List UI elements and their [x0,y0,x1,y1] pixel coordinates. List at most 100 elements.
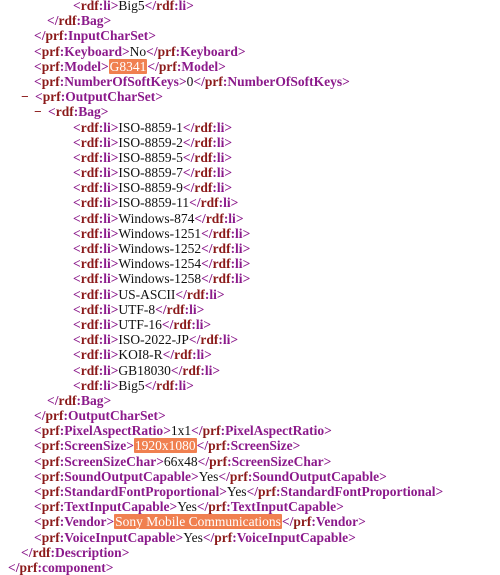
search-highlight[interactable]: 1920x1080 [133,438,197,454]
xml-line[interactable]: <rdf:li>ISO-8859-11</rdf:li> [0,195,500,210]
xml-line[interactable]: <rdf:li>UTF-16</rdf:li> [0,317,500,332]
tag-namespace-prefix: rdf [80,271,99,287]
angle-bracket-open: < [48,104,56,120]
angle-bracket-open: < [73,347,81,363]
text-node: Windows-874 [118,210,195,226]
angle-bracket-close: > [336,499,344,515]
xml-line[interactable]: <rdf:li>ISO-8859-7</rdf:li> [0,165,500,180]
tag-local-name: :Bag [73,104,101,120]
tag-local-name: :li [204,286,217,302]
tag-local-name: :li [218,332,231,348]
xml-line[interactable]: <rdf:li>ISO-8859-1</rdf:li> [0,120,500,135]
tag-local-name: :li [212,180,225,196]
angle-bracket-open: </ [281,514,294,530]
tag-local-name: :ScreenSize [59,438,127,454]
angle-bracket-open: < [73,256,81,272]
angle-bracket-open: </ [155,301,167,317]
collapse-toggle-icon[interactable]: − [34,104,48,119]
xml-tree-view[interactable]: <rdf:li>Big5</rdf:li> </rdf:Bag> </prf:Inp… [0,0,500,575]
xml-line[interactable]: <rdf:li>GB18030</rdf:li> [0,363,500,378]
angle-bracket-open: </ [196,499,209,515]
xml-line[interactable]: − <prf:OutputCharSet> [0,89,500,104]
collapse-toggle-icon[interactable]: − [21,89,35,104]
tag-local-name: :NumberOfSoftKeys [222,73,343,89]
angle-bracket-open: < [34,499,42,515]
xml-line[interactable]: <rdf:li>UTF-8</rdf:li> [0,302,500,317]
xml-line[interactable]: − <rdf:Bag> [0,104,500,119]
xml-line[interactable]: <rdf:li>US-ASCII</rdf:li> [0,287,500,302]
xml-line[interactable]: <prf:ScreenSize>1920x1080</prf:ScreenSiz… [0,438,500,454]
xml-line[interactable]: <prf:SoundOutputCapable>Yes</prf:SoundOu… [0,469,500,484]
xml-line[interactable]: <prf:ScreenSizeChar>66x48</prf:ScreenSiz… [0,454,500,469]
tag-local-name: :li [218,195,231,211]
xml-line[interactable]: <prf:Model>G8341</prf:Model> [0,58,500,74]
angle-bracket-open: </ [144,377,157,393]
tag-namespace-prefix: rdf [212,241,231,256]
xml-line[interactable]: <rdf:li>Windows-1258</rdf:li> [0,271,500,286]
tag-namespace-prefix: prf [214,529,233,545]
angle-bracket-close: > [157,408,166,424]
tag-local-name: :NumberOfSoftKeys [59,73,179,89]
xml-line[interactable]: <rdf:li>Windows-1251</rdf:li> [0,226,500,241]
xml-line[interactable]: <prf:VoiceInputCapable>Yes</prf:VoiceInp… [0,530,500,545]
xml-line[interactable]: <rdf:li>Big5</rdf:li> [0,0,500,13]
angle-bracket-open: </ [170,362,183,378]
tag-namespace-prefix: prf [42,89,61,105]
tag-namespace-prefix: rdf [80,377,99,393]
tag-namespace-prefix: rdf [80,119,99,135]
angle-bracket-open: </ [246,484,259,499]
xml-line[interactable]: </prf:component> [0,560,500,575]
search-highlight[interactable]: G8341 [108,58,148,74]
text-node: Big5 [118,377,145,393]
xml-line[interactable]: <rdf:li>Windows-1254</rdf:li> [0,256,500,271]
xml-line[interactable]: <prf:NumberOfSoftKeys>0</prf:NumberOfSof… [0,74,500,89]
xml-line[interactable]: <rdf:li>KOI8-R</rdf:li> [0,347,500,362]
xml-line[interactable]: <rdf:li>ISO-8859-9</rdf:li> [0,180,500,195]
angle-bracket-open: </ [193,73,205,89]
text-node: Yes [183,529,203,545]
search-highlight[interactable]: Sony Mobile Communications [114,514,282,530]
tag-namespace-prefix: rdf [80,332,99,348]
xml-line[interactable]: </prf:OutputCharSet> [0,408,500,423]
angle-bracket-close: > [186,377,194,393]
angle-bracket-open: </ [147,58,159,74]
tag-namespace-prefix: rdf [80,165,99,181]
xml-line[interactable]: <prf:PixelAspectRatio>1x1</prf:PixelAspe… [0,423,500,438]
xml-line[interactable]: <rdf:li>ISO-8859-5</rdf:li> [0,150,500,165]
angle-bracket-open: < [34,58,42,74]
xml-line[interactable]: <prf:StandardFontProportional>Yes</prf:S… [0,484,500,499]
xml-line[interactable]: <prf:Keyboard>No</prf:Keyboard> [0,44,500,59]
tag-namespace-prefix: prf [202,423,221,439]
angle-bracket-close: > [186,0,194,13]
angle-bracket-open: < [73,377,81,393]
angle-bracket-close: > [156,453,164,469]
angle-bracket-open: </ [182,134,195,150]
tag-local-name: :Model [59,58,101,74]
tag-namespace-prefix: rdf [166,301,185,317]
xml-line[interactable]: <rdf:li>Big5</rdf:li> [0,378,500,393]
angle-bracket-open: < [73,362,81,378]
tag-namespace-prefix: rdf [212,271,231,287]
tag-local-name: :li [98,149,111,165]
tag-namespace-prefix: prf [158,58,177,74]
xml-line[interactable]: </rdf:Bag> [0,393,500,408]
xml-line[interactable]: <prf:Vendor>Sony Mobile Communications</… [0,514,500,530]
xml-line[interactable]: </prf:InputCharSet> [0,28,500,43]
xml-line[interactable]: </rdf:Description> [0,545,500,560]
angle-bracket-open: </ [194,210,206,226]
tag-namespace-prefix: prf [293,514,312,530]
angle-bracket-open: </ [144,0,157,13]
xml-line[interactable]: </rdf:Bag> [0,13,500,28]
xml-line[interactable]: <rdf:li>ISO-2022-JP</rdf:li> [0,332,500,347]
tag-namespace-prefix: prf [41,58,60,74]
tag-local-name: :Keyboard [175,43,238,59]
xml-line[interactable]: <rdf:li>ISO-8859-2</rdf:li> [0,135,500,150]
xml-line[interactable]: <rdf:li>Windows-874</rdf:li> [0,211,500,226]
xml-line[interactable]: <rdf:li>Windows-1252</rdf:li> [0,241,500,256]
tag-namespace-prefix: rdf [80,149,99,165]
angle-bracket-open: < [35,89,43,105]
xml-line[interactable]: <prf:TextInputCapable>Yes</prf:TextInput… [0,499,500,514]
angle-bracket-close: > [216,286,225,302]
tag-local-name: :li [230,225,243,241]
tag-namespace-prefix: prf [229,468,248,484]
